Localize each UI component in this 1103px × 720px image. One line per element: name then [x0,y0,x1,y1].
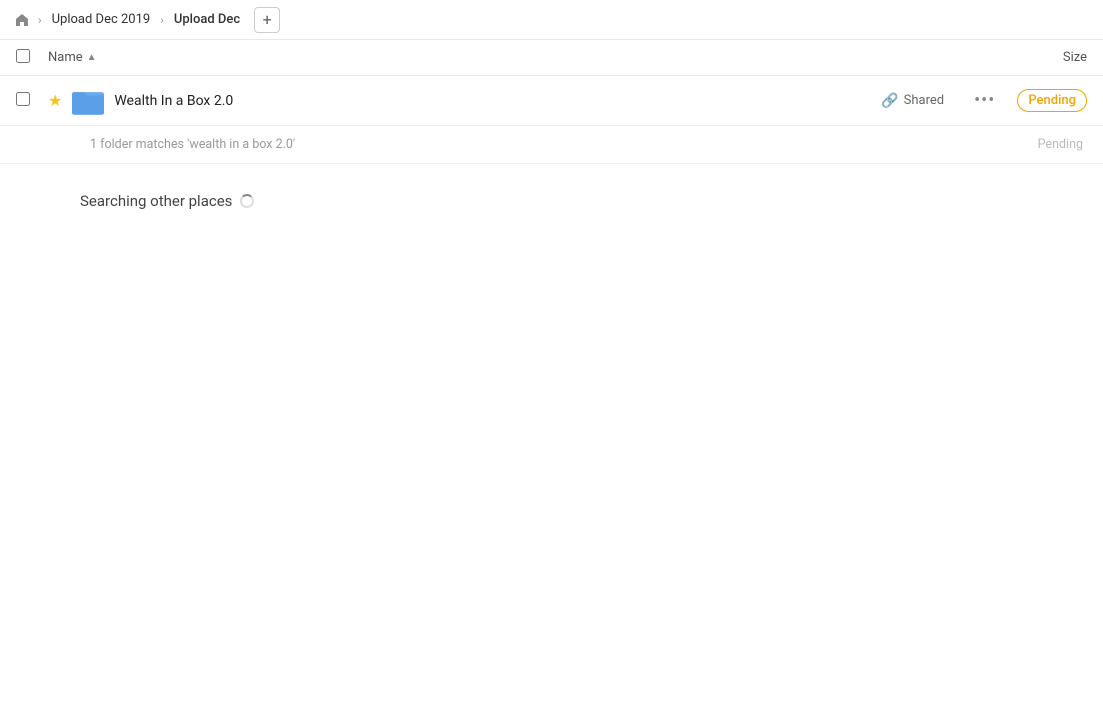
row-actions: 🔗 Shared ••• [873,88,1001,113]
folder-icon [72,85,104,117]
table-row: ★ Wealth In a Box 2.0 🔗 Shared ••• Pendi… [0,76,1103,126]
searching-label: Searching other places [80,192,232,210]
name-column-label: Name [48,50,83,65]
column-header: Name ▲ Size [0,40,1103,76]
add-new-button[interactable]: + [254,7,280,33]
breadcrumb-upload-dec[interactable]: Upload Dec [170,10,244,29]
breadcrumb-separator-1: › [38,13,42,27]
breadcrumb-bar: › Upload Dec 2019 › Upload Dec + [0,0,1103,40]
pending-badge: Pending [1017,89,1087,112]
searching-title: Searching other places [80,192,1083,210]
file-name[interactable]: Wealth In a Box 2.0 [114,93,873,109]
select-all-checkbox[interactable] [16,49,36,67]
breadcrumb-upload-dec-2019[interactable]: Upload Dec 2019 [48,10,155,29]
searching-spinner [240,194,254,208]
more-options-button[interactable]: ••• [968,88,1001,113]
shared-button[interactable]: 🔗 Shared [873,90,952,112]
folder-match-text: 1 folder matches 'wealth in a box 2.0' [90,137,1038,152]
breadcrumb-separator-2: › [160,13,164,27]
name-sort-arrow: ▲ [87,52,97,63]
searching-section: Searching other places [0,164,1103,210]
shared-label: Shared [904,93,944,108]
name-column-header[interactable]: Name ▲ [48,50,1027,65]
folder-match-status: Pending [1038,137,1083,152]
row-checkbox[interactable] [16,92,36,110]
star-icon[interactable]: ★ [48,91,62,110]
home-icon[interactable] [12,10,32,30]
folder-match-row: 1 folder matches 'wealth in a box 2.0' P… [0,126,1103,164]
link-icon: 🔗 [881,93,898,109]
size-column-header[interactable]: Size [1027,50,1087,65]
